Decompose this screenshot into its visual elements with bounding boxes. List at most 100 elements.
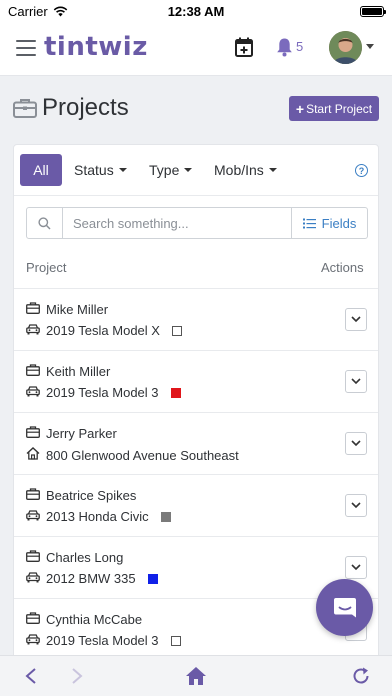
detail-text: 2019 Tesla Model X	[46, 323, 160, 338]
filter-status-label: Status	[74, 162, 114, 178]
status-left: Carrier	[8, 4, 138, 19]
project-detail: 2019 Tesla Model 3	[26, 385, 181, 400]
color-swatch	[170, 635, 181, 646]
project-row[interactable]: Keith Miller 2019 Tesla Model 3	[14, 350, 378, 412]
notification-bell-icon[interactable]	[276, 37, 293, 57]
row-actions-dropdown[interactable]	[345, 494, 367, 517]
briefcase-icon	[26, 612, 40, 627]
search-bar: Fields	[26, 207, 368, 239]
caret-down-icon	[184, 168, 193, 172]
project-customer: Cynthia McCabe	[26, 612, 142, 627]
project-detail: 800 Glenwood Avenue Southeast	[26, 447, 239, 463]
plus-icon: +	[295, 100, 305, 117]
column-header-project: Project	[26, 260, 67, 275]
filter-status-dropdown[interactable]: Status	[74, 154, 127, 186]
back-arrow-icon[interactable]	[24, 667, 38, 685]
start-project-label: Start Project	[306, 101, 373, 116]
customer-name: Mike Miller	[46, 302, 109, 317]
project-detail: 2019 Tesla Model 3	[26, 633, 181, 648]
project-customer: Keith Miller	[26, 364, 110, 379]
carrier-label: Carrier	[8, 3, 48, 19]
customer-name: Jerry Parker	[46, 426, 117, 441]
calendar-add-icon[interactable]	[235, 37, 253, 57]
filter-mobins-label: Mob/Ins	[214, 162, 264, 178]
avatar-dropdown-icon[interactable]	[366, 44, 374, 49]
chevron-down-icon	[351, 378, 361, 385]
chevron-down-icon	[351, 440, 361, 447]
caret-down-icon	[268, 168, 277, 172]
detail-text: 2013 Honda Civic	[46, 509, 149, 524]
car-icon	[26, 633, 40, 648]
hamburger-menu-icon[interactable]	[16, 40, 36, 56]
start-project-button[interactable]: + Start Project	[289, 96, 379, 121]
caret-down-icon	[118, 168, 127, 172]
list-icon	[302, 218, 316, 228]
row-actions-dropdown[interactable]	[345, 308, 367, 331]
briefcase-icon	[26, 426, 40, 441]
filter-type-label: Type	[149, 162, 180, 178]
detail-text: 2019 Tesla Model 3	[46, 385, 159, 400]
page-header: Projects + Start Project	[0, 76, 392, 140]
filter-mobins-dropdown[interactable]: Mob/Ins	[214, 154, 277, 186]
top-nav: tintwiz 5	[0, 22, 392, 76]
car-icon	[26, 509, 40, 524]
briefcase-icon	[26, 550, 40, 565]
filter-all-button[interactable]: All	[20, 154, 62, 186]
chevron-down-icon	[351, 316, 361, 323]
detail-text: 2012 BMW 335	[46, 571, 136, 586]
chat-icon	[333, 597, 356, 617]
battery-icon	[360, 5, 386, 17]
project-customer: Charles Long	[26, 550, 123, 565]
project-detail: 2019 Tesla Model X	[26, 323, 182, 338]
detail-text: 800 Glenwood Avenue Southeast	[46, 447, 239, 463]
chevron-down-icon	[351, 502, 361, 509]
page-title: Projects	[42, 94, 129, 121]
row-actions-dropdown[interactable]	[345, 432, 367, 455]
project-row[interactable]: Mike Miller 2019 Tesla Model X	[14, 288, 378, 350]
project-detail: 2012 BMW 335	[26, 571, 158, 586]
bottom-bar	[0, 655, 392, 696]
fields-button[interactable]: Fields	[291, 208, 367, 238]
row-actions-dropdown[interactable]	[345, 556, 367, 579]
customer-name: Cynthia McCabe	[46, 612, 143, 627]
car-icon	[26, 323, 40, 338]
app-logo[interactable]: tintwiz	[44, 32, 148, 62]
status-bar: Carrier 12:38 AM	[0, 0, 392, 22]
notification-count[interactable]: 5	[296, 39, 303, 54]
help-icon[interactable]: ?	[355, 164, 368, 177]
project-row[interactable]: Jerry Parker 800 Glenwood Avenue Southeas…	[14, 412, 378, 474]
search-input[interactable]	[63, 208, 291, 238]
wifi-icon	[53, 6, 67, 16]
car-icon	[26, 571, 40, 586]
home-icon	[26, 447, 40, 463]
customer-name: Beatrice Spikes	[46, 488, 137, 503]
search-icon[interactable]	[27, 208, 63, 238]
project-detail: 2013 Honda Civic	[26, 509, 171, 524]
project-customer: Mike Miller	[26, 302, 108, 317]
briefcase-icon	[26, 302, 40, 317]
status-right	[254, 5, 386, 17]
customer-name: Keith Miller	[46, 364, 111, 379]
fields-label: Fields	[321, 215, 357, 231]
customer-name: Charles Long	[46, 550, 124, 565]
column-header-actions: Actions	[321, 260, 364, 275]
status-time: 12:38 AM	[167, 3, 225, 19]
home-icon[interactable]	[185, 666, 207, 686]
briefcase-icon	[13, 99, 37, 118]
chevron-down-icon	[351, 564, 361, 571]
row-actions-dropdown[interactable]	[345, 370, 367, 393]
filter-type-dropdown[interactable]: Type	[149, 154, 193, 186]
chat-button[interactable]	[316, 579, 373, 636]
color-swatch	[160, 511, 171, 522]
project-row[interactable]: Beatrice Spikes 2013 Honda Civic	[14, 474, 378, 536]
briefcase-icon	[26, 488, 40, 503]
divider	[14, 195, 378, 196]
color-swatch	[170, 387, 181, 398]
reload-icon[interactable]	[351, 666, 371, 686]
forward-arrow-icon[interactable]	[70, 667, 84, 685]
color-swatch	[171, 325, 182, 336]
project-customer: Beatrice Spikes	[26, 488, 136, 503]
user-avatar[interactable]	[329, 31, 362, 64]
briefcase-icon	[26, 364, 40, 379]
detail-text: 2019 Tesla Model 3	[46, 633, 159, 648]
